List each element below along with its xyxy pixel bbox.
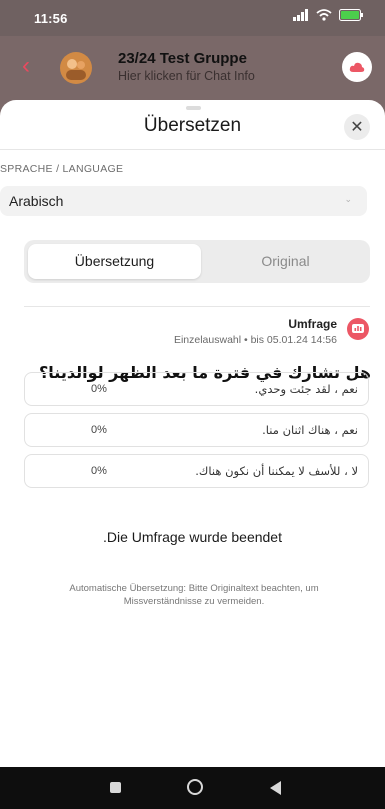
back-triangle-icon[interactable] (270, 781, 281, 795)
recent-apps-icon[interactable] (110, 782, 121, 793)
option-text: نعم ، هناك اثنان منا. (262, 423, 358, 437)
close-icon: ✕ (350, 119, 364, 136)
sheet-handle[interactable] (186, 106, 201, 110)
tab-translation[interactable]: Übersetzung (28, 244, 201, 279)
chat-title[interactable]: 23/24 Test Gruppe (118, 50, 247, 67)
poll-option[interactable]: 0% نعم ، لقد جئت وحدي. (24, 372, 369, 406)
home-icon[interactable] (187, 779, 203, 795)
system-nav-bar (0, 767, 385, 809)
poll-meta: Einzelauswahl • bis 05.01.24 14:56 (173, 334, 337, 346)
chat-subtitle[interactable]: Hier klicken für Chat Info (118, 69, 255, 83)
translation-footnote: Automatische Übersetzung: Bitte Original… (69, 583, 319, 607)
divider (24, 306, 370, 307)
language-select[interactable]: Arabisch ⌄ (0, 186, 367, 216)
status-bar: 11:56 (0, 0, 385, 36)
status-time: 11:56 (34, 11, 68, 26)
signal-icon (293, 9, 308, 21)
language-value: Arabisch (9, 193, 64, 209)
option-percent: 0% (91, 383, 107, 395)
poll-label: Umfrage (288, 317, 337, 331)
option-text: لا ، للأسف لا يمكننا أن نكون هناك. (195, 464, 358, 478)
back-chevron-icon[interactable]: ‹ (22, 54, 30, 78)
close-button[interactable]: ✕ (344, 114, 370, 140)
battery-icon (339, 9, 363, 21)
poll-icon (347, 318, 369, 340)
translation-toggle: Übersetzung Original (24, 240, 370, 283)
sheet-title: Übersetzen (143, 115, 242, 136)
group-people-icon (66, 59, 86, 80)
chevron-down-icon: ⌄ (344, 194, 352, 204)
option-text: نعم ، لقد جئت وحدي. (254, 382, 358, 396)
poll-ended-note: .Die Umfrage wurde beendet (103, 529, 282, 545)
language-label: SPRACHE / LANGUAGE (0, 163, 124, 175)
cloud-icon (349, 62, 365, 72)
group-avatar[interactable] (60, 52, 92, 84)
poll-option[interactable]: 0% نعم ، هناك اثنان منا. (24, 413, 369, 447)
divider (0, 149, 385, 150)
translate-sheet: Übersetzen ✕ SPRACHE / LANGUAGE Arabisch… (0, 100, 385, 767)
chat-header[interactable]: ‹ 23/24 Test Gruppe Hier klicken für Cha… (0, 36, 385, 100)
tab-original[interactable]: Original (201, 244, 370, 279)
poll-option[interactable]: 0% لا ، للأسف لا يمكننا أن نكون هناك. (24, 454, 369, 488)
status-icons (293, 9, 365, 21)
chat-action-button[interactable] (342, 52, 372, 82)
option-percent: 0% (91, 424, 107, 436)
wifi-icon (316, 9, 332, 21)
option-percent: 0% (91, 465, 107, 477)
